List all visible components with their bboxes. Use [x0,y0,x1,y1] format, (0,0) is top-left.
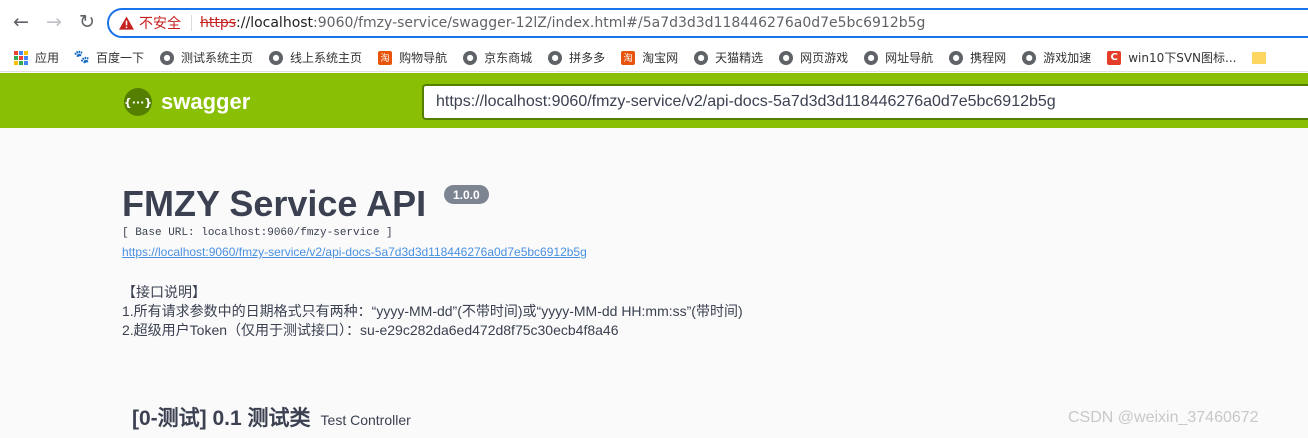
bookmark-baidu[interactable]: 🐾 百度一下 [73,49,145,66]
globe-icon: ● [864,50,879,65]
globe-icon: ● [949,50,964,65]
bookmark-label: 线上系统主页 [290,51,363,65]
bookmark-web-games[interactable]: ● 网页游戏 [779,49,848,66]
bookmark-url-nav[interactable]: ● 网址导航 [864,49,933,66]
operation-tag-header[interactable]: [0-测试] 0.1 测试类 Test Controller [132,402,411,432]
swagger-topbar: {···} swagger https://localhost:9060/fmz… [0,73,1308,128]
bookmark-label: 购物导航 [399,51,448,65]
bookmark-label: 携程网 [970,51,1007,65]
description-line: 【接口说明】 [122,284,206,300]
url-path: :9060/fmzy-service/swagger-12lZ/index.ht… [313,15,926,31]
tag-name: [0-测试] 0.1 测试类 [132,407,311,430]
spec-url-input[interactable]: https://localhost:9060/fmzy-service/v2/a… [422,84,1308,120]
bookmark-label: 游戏加速 [1043,51,1092,65]
bookmark-label: win10下SVN图标... [1128,51,1237,65]
taobao-icon: 淘 [378,50,393,65]
bookmark-taobao[interactable]: 淘 淘宝网 [621,49,678,66]
swagger-brand[interactable]: swagger [161,89,250,115]
bookmark-svn-icons[interactable]: C win10下SVN图标... [1107,49,1236,66]
api-description: 【接口说明】 1.所有请求参数中的日期格式只有两种：“yyyy-MM-dd”(不… [122,283,743,340]
bookmark-label: 网址导航 [885,51,934,65]
csdn-c-icon: C [1107,50,1122,65]
globe-icon: ● [694,50,709,65]
bookmarks-bar: 应用 🐾 百度一下 ● 测试系统主页 ● 线上系统主页 淘 购物导航 ● 京东商… [0,44,1308,72]
csdn-watermark: CSDN @weixin_37460672 [1068,409,1259,426]
bookmark-label: 淘宝网 [642,51,679,65]
bookmark-label: 拼多多 [569,51,606,65]
spec-link[interactable]: https://localhost:9060/fmzy-service/v2/a… [122,245,587,259]
browser-toolbar: ← → ↻ 不安全 https://localhost:9060/fmzy-se… [0,0,1308,44]
bookmark-pinduoduo[interactable]: ● 拼多多 [548,49,605,66]
bookmark-apps[interactable]: 应用 [14,49,59,66]
url-host: ://localhost [236,15,314,31]
base-url: [ Base URL: localhost:9060/fmzy-service … [122,227,393,239]
bookmark-game-accel[interactable]: ● 游戏加速 [1022,49,1091,66]
bookmark-ctrip[interactable]: ● 携程网 [949,49,1006,66]
globe-icon: ● [463,50,478,65]
reload-icon[interactable]: ↻ [75,10,99,34]
warning-triangle-icon [119,16,134,30]
taobao-icon: 淘 [621,50,636,65]
globe-icon: ● [548,50,563,65]
not-secure-label[interactable]: 不安全 [139,13,181,33]
apps-grid-icon [14,50,28,65]
omnibox-divider [191,15,192,31]
version-badge: 1.0.0 [444,185,489,204]
back-arrow-icon[interactable]: ← [9,10,33,34]
globe-icon: ● [1022,50,1037,65]
bookmark-online-system[interactable]: ● 线上系统主页 [269,49,362,66]
bookmark-label: 网页游戏 [800,51,849,65]
globe-icon: ● [779,50,794,65]
bookmark-label: 京东商城 [484,51,533,65]
bookmark-shopping-nav[interactable]: 淘 购物导航 [378,49,447,66]
swagger-logo-icon[interactable]: {···} [124,88,152,116]
description-line: 1.所有请求参数中的日期格式只有两种：“yyyy-MM-dd”(不带时间)或“y… [122,303,743,319]
baidu-paw-icon: 🐾 [73,50,91,65]
description-line: 2.超级用户Token（仅用于测试接口）：su-e29c282da6ed472d… [122,322,619,338]
api-title: FMZY Service API [122,183,427,224]
globe-icon: ● [269,50,284,65]
bookmark-label: 天猫精选 [715,51,764,65]
address-bar[interactable]: 不安全 https://localhost:9060/fmzy-service/… [107,8,1308,38]
bookmark-jd[interactable]: ● 京东商城 [463,49,532,66]
bookmark-label: 应用 [35,51,60,65]
tag-description: Test Controller [320,412,411,428]
bookmark-label: 百度一下 [96,51,145,65]
bookmark-tmall[interactable]: ● 天猫精选 [694,49,763,66]
bookmark-label: 测试系统主页 [181,51,254,65]
bookmark-test-system[interactable]: ● 测试系统主页 [160,49,253,66]
globe-icon: ● [160,50,175,65]
url-scheme: https [200,15,237,31]
folder-icon [1252,51,1267,64]
bookmark-folder[interactable] [1252,51,1273,64]
forward-arrow-icon[interactable]: → [42,10,66,34]
